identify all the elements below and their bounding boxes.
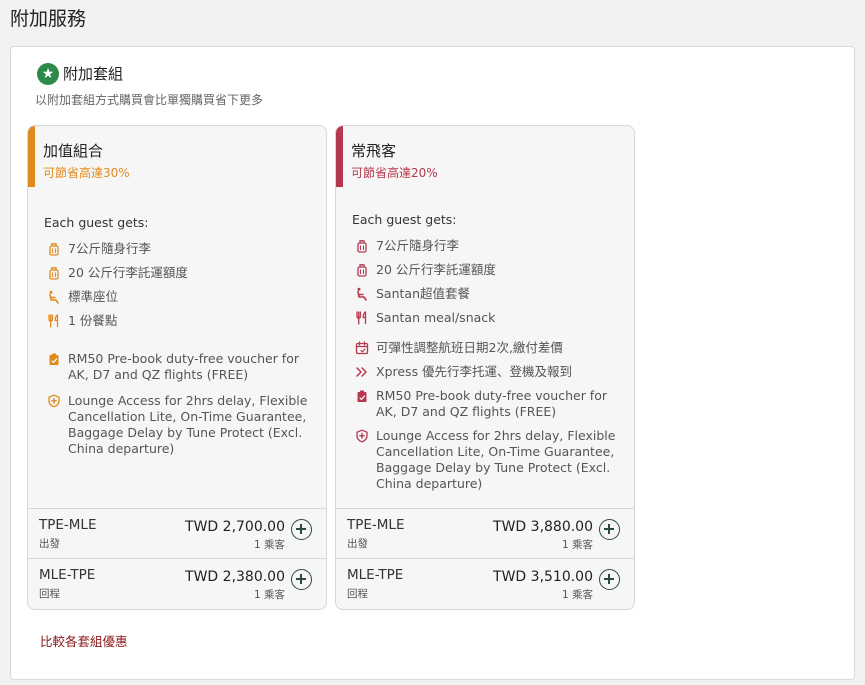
passenger-count: 1 乘客 [561,589,593,601]
bundle-savings: 可節省高達30% [43,166,130,180]
feature-item: 20 公斤行李託運額度 [352,262,628,278]
feature-item: 7公斤隨身行李 [44,241,320,257]
luggage-icon [47,266,61,280]
bundle-savings: 可節省高達20% [351,166,438,180]
feature-text: 標準座位 [68,289,119,304]
feature-text: Lounge Access for 2hrs delay, Flexible C… [376,428,616,491]
card-accent-bar [28,126,35,187]
price-amount: TWD 2,700.00 [185,519,285,535]
voucher-icon [47,352,61,366]
feature-text: Santan超值套餐 [376,286,471,301]
add-ons-panel: ★ 附加套組 以附加套組方式購買會比單獨購買省下更多 加值組合 可節省高達30%… [10,46,855,680]
shield-icon [47,394,61,408]
feature-text: Lounge Access for 2hrs delay, Flexible C… [68,393,308,456]
luggage-icon [355,263,369,277]
seat-icon [47,290,61,304]
card-accent-bar [336,126,343,187]
direction-label: 出發 [347,538,368,550]
section-title: 附加套組 [63,65,124,83]
feature-text: RM50 Pre-book duty-free voucher for AK, … [376,388,607,419]
calendar-icon [355,341,369,355]
feature-item: Lounge Access for 2hrs delay, Flexible C… [44,393,320,457]
feature-item: Lounge Access for 2hrs delay, Flexible C… [352,428,628,492]
route-code: MLE-TPE [347,567,404,583]
bundle-card-frequent-flyer[interactable]: 常飛客 可節省高達20% Each guest gets: 7公斤隨身行李 20… [335,125,635,610]
star-icon: ★ [37,63,59,85]
add-bundle-return-button[interactable] [291,569,312,590]
bundle-card-value-pack[interactable]: 加值組合 可節省高達30% Each guest gets: 7公斤隨身行李 2… [27,125,327,610]
guest-gets-label: Each guest gets: [44,215,149,230]
feature-item: Xpress 優先行李托運、登機及報到 [352,364,628,380]
feature-item: RM50 Pre-book duty-free voucher for AK, … [44,351,320,383]
feature-text: 可彈性調整航班日期2次,繳付差價 [376,340,563,355]
luggage-icon [47,242,61,256]
page-title: 附加服務 [10,8,87,30]
shield-icon [355,429,369,443]
seat-icon [355,287,369,301]
add-bundle-outbound-button[interactable] [291,519,312,540]
feature-text: 20 公斤行李託運額度 [376,262,496,277]
route-code: TPE-MLE [39,517,97,533]
section-subtitle: 以附加套組方式購買會比單獨購買省下更多 [35,93,264,107]
feature-text: 7公斤隨身行李 [376,238,459,253]
feature-item: 標準座位 [44,289,320,305]
feature-text: RM50 Pre-book duty-free voucher for AK, … [68,351,299,382]
price-amount: TWD 3,510.00 [493,569,593,585]
price-amount: TWD 2,380.00 [185,569,285,585]
feature-text: 7公斤隨身行李 [68,241,151,256]
price-row-return: MLE-TPE 回程 TWD 2,380.00 1 乘客 [28,558,326,608]
feature-text: 20 公斤行李託運額度 [68,265,188,280]
feature-item: Santan超值套餐 [352,286,628,302]
feature-text: 1 份餐點 [68,313,118,328]
compare-bundles-link[interactable]: 比較各套組優惠 [40,631,128,650]
feature-item: Santan meal/snack [352,310,628,326]
voucher-icon [355,389,369,403]
feature-text: Santan meal/snack [376,310,496,325]
price-row-return: MLE-TPE 回程 TWD 3,510.00 1 乘客 [336,558,634,608]
direction-label: 出發 [39,538,60,550]
passenger-count: 1 乘客 [253,589,285,601]
passenger-count: 1 乘客 [253,539,285,551]
meal-icon [355,311,369,325]
bundle-name: 加值組合 [43,142,104,160]
route-code: MLE-TPE [39,567,96,583]
feature-text: Xpress 優先行李托運、登機及報到 [376,364,573,379]
bundle-name: 常飛客 [351,142,397,160]
add-bundle-outbound-button[interactable] [599,519,620,540]
feature-item: 20 公斤行李託運額度 [44,265,320,281]
luggage-icon [355,239,369,253]
price-amount: TWD 3,880.00 [493,519,593,535]
feature-item: RM50 Pre-book duty-free voucher for AK, … [352,388,628,420]
feature-item: 1 份餐點 [44,313,320,329]
feature-item: 7公斤隨身行李 [352,238,628,254]
meal-icon [47,314,61,328]
price-row-outbound: TPE-MLE 出發 TWD 3,880.00 1 乘客 [336,508,634,558]
price-row-outbound: TPE-MLE 出發 TWD 2,700.00 1 乘客 [28,508,326,558]
feature-list: 7公斤隨身行李 20 公斤行李託運額度 標準座位 1 份餐點 RM50 Pre-… [44,241,320,457]
route-code: TPE-MLE [347,517,405,533]
direction-label: 回程 [39,588,60,600]
guest-gets-label: Each guest gets: [352,212,457,227]
feature-item: 可彈性調整航班日期2次,繳付差價 [352,340,628,356]
passenger-count: 1 乘客 [561,539,593,551]
feature-list: 7公斤隨身行李 20 公斤行李託運額度 Santan超值套餐 Santan me… [352,238,628,492]
chevrons-icon [355,365,369,379]
direction-label: 回程 [347,588,368,600]
add-bundle-return-button[interactable] [599,569,620,590]
